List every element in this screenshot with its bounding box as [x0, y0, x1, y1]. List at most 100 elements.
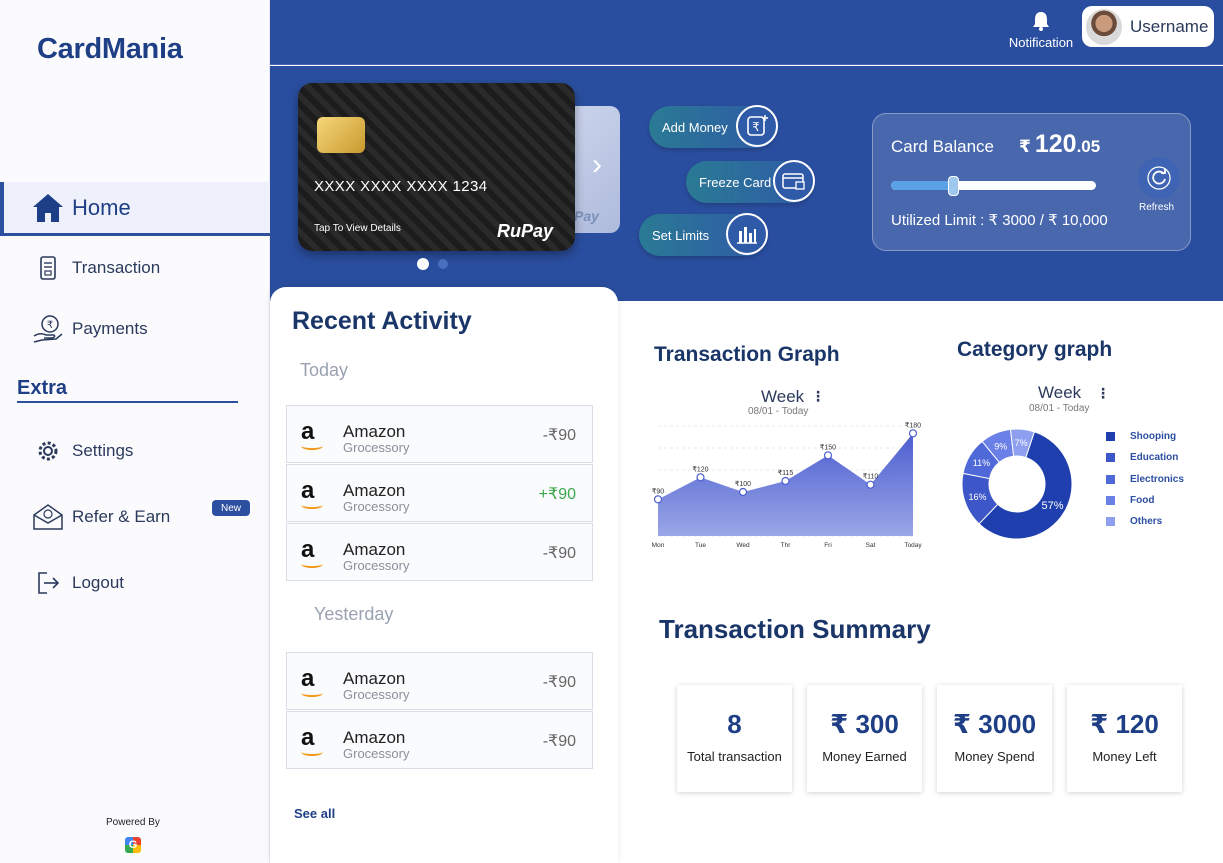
home-icon: [28, 188, 68, 228]
category-donut-chart: 57% 16% 11% 9% 7%: [961, 428, 1073, 540]
sidebar-item-transaction[interactable]: Transaction: [0, 242, 270, 294]
category-graph-title: Category graph: [957, 338, 1113, 361]
card-brand-logo: RuPay: [497, 221, 554, 241]
chart-x-tick: Mon: [652, 542, 665, 549]
merchant-category: Grocessory: [343, 746, 410, 761]
legend-label: Others: [1130, 516, 1163, 528]
donut-slice-label: 16%: [968, 492, 986, 502]
utilized-limit-slider[interactable]: [891, 176, 1096, 196]
card-tap-hint: Tap To View Details: [314, 223, 401, 234]
sidebar-item-label: Transaction: [72, 258, 161, 277]
card-back-brand: Pay: [574, 208, 599, 224]
legend-label: Electronics: [1130, 473, 1184, 485]
sidebar-item-settings[interactable]: Settings: [0, 425, 270, 477]
chart-data-label: ₹100: [735, 480, 751, 488]
chart-point: [908, 429, 918, 438]
refer-icon: [28, 497, 68, 537]
transaction-icon: [28, 248, 68, 288]
chart-x-tick: Thr: [781, 542, 792, 549]
legend-item: Shooping: [1106, 431, 1176, 442]
slider-handle[interactable]: [948, 176, 960, 196]
limits-icon: [726, 213, 768, 255]
legend-item: Food: [1106, 495, 1154, 506]
payment-card[interactable]: XXXX XXXX XXXX 1234 Tap To View Details …: [298, 83, 575, 251]
chart-x-tick: Fri: [824, 542, 832, 549]
app-logo[interactable]: CardMania: [37, 33, 183, 66]
sidebar-item-home[interactable]: Home: [0, 182, 270, 236]
chart-data-label: ₹150: [820, 443, 836, 451]
transaction-graph-menu-icon[interactable]: ⋮: [811, 388, 825, 405]
category-period-selector[interactable]: Week: [1038, 383, 1081, 403]
merchant-category: Grocessory: [343, 499, 410, 514]
sidebar-item-refer-earn[interactable]: Refer & Earn: [0, 491, 270, 543]
legend-label: Food: [1130, 494, 1155, 506]
chart-data-label: ₹120: [692, 465, 708, 473]
list-item[interactable]: a Amazon Grocessory -₹90: [286, 652, 593, 710]
list-item[interactable]: a Amazon Grocessory -₹90: [286, 523, 593, 581]
summary-value: ₹ 300: [830, 709, 899, 739]
chart-point: [823, 451, 833, 460]
logout-icon: [28, 563, 68, 603]
chart-data-label: ₹90: [652, 487, 664, 495]
transaction-summary-title: Transaction Summary: [659, 614, 931, 644]
refresh-label: Refresh: [1139, 202, 1175, 213]
bell-icon: [1033, 12, 1049, 31]
chart-data-label: ₹110: [863, 473, 879, 481]
card-chip-icon: [317, 117, 365, 153]
sidebar-item-label: Payments: [72, 319, 148, 338]
payments-icon: ₹: [28, 309, 68, 349]
divider: [17, 401, 238, 403]
notification-button[interactable]: Notification: [1005, 10, 1077, 50]
utilized-limit-text: Utilized Limit : ₹ 3000 / ₹ 10,000: [891, 212, 1108, 229]
donut-slice-label: 57%: [1042, 500, 1064, 512]
chart-x-tick: Tue: [695, 542, 706, 549]
amazon-logo-icon: a: [301, 667, 323, 697]
top-bar: [270, 0, 1223, 65]
transaction-amount: +₹90: [538, 486, 576, 503]
list-item[interactable]: a Amazon Grocessory -₹90: [286, 405, 593, 463]
summary-label: Money Left: [1092, 749, 1157, 764]
transaction-graph-title: Transaction Graph: [654, 343, 840, 366]
list-item[interactable]: a Amazon Grocessory +₹90: [286, 464, 593, 522]
next-card-arrow-icon[interactable]: ›: [592, 148, 602, 182]
chart-point: [781, 476, 790, 486]
legend-swatch: [1106, 453, 1115, 463]
refresh-button[interactable]: [1138, 157, 1180, 199]
legend-label: Education: [1130, 452, 1179, 464]
card-balance-label: Card Balance: [891, 137, 995, 156]
user-profile-button[interactable]: Username: [1082, 6, 1214, 47]
transaction-period-selector[interactable]: Week: [761, 387, 804, 407]
chart-data-label: ₹180: [905, 421, 921, 429]
transaction-amount: -₹90: [542, 427, 576, 444]
carousel-dot-active[interactable]: [417, 258, 429, 270]
see-all-link[interactable]: See all: [294, 806, 335, 821]
merchant-category: Grocessory: [343, 558, 410, 573]
settings-icon: [28, 431, 68, 471]
summary-card-total: 8 Total transaction: [677, 685, 792, 792]
freeze-card-label: Freeze Card: [699, 174, 772, 190]
sidebar-item-logout[interactable]: Logout: [0, 557, 270, 609]
merchant-category: Grocessory: [343, 687, 410, 702]
sidebar-item-label: Settings: [72, 441, 134, 460]
list-item[interactable]: a Amazon Grocessory -₹90: [286, 711, 593, 769]
chart-point: [696, 473, 705, 482]
legend-swatch: [1106, 474, 1115, 484]
legend-swatch: [1106, 495, 1115, 505]
new-badge: New: [212, 500, 250, 516]
today-label: Today: [300, 360, 349, 380]
chart-point: [653, 495, 663, 504]
google-logo: G: [125, 837, 141, 853]
chart-x-tick: Wed: [736, 542, 750, 549]
carousel-dot[interactable]: [438, 259, 448, 269]
summary-label: Money Earned: [822, 749, 907, 764]
legend-item: Others: [1106, 516, 1162, 527]
summary-card-spend: ₹ 3000 Money Spend: [937, 685, 1052, 792]
sidebar-item-payments[interactable]: ₹ Payments: [0, 303, 270, 355]
transaction-date-range: 08/01 - Today: [748, 406, 809, 417]
balance-main: 120: [1034, 130, 1077, 158]
recent-activity-title: Recent Activity: [292, 307, 472, 335]
category-graph-menu-icon[interactable]: ⋮: [1096, 385, 1110, 402]
card-number: XXXX XXXX XXXX 1234: [314, 178, 488, 195]
summary-label: Total transaction: [687, 749, 782, 764]
legend-swatch: [1106, 432, 1115, 441]
